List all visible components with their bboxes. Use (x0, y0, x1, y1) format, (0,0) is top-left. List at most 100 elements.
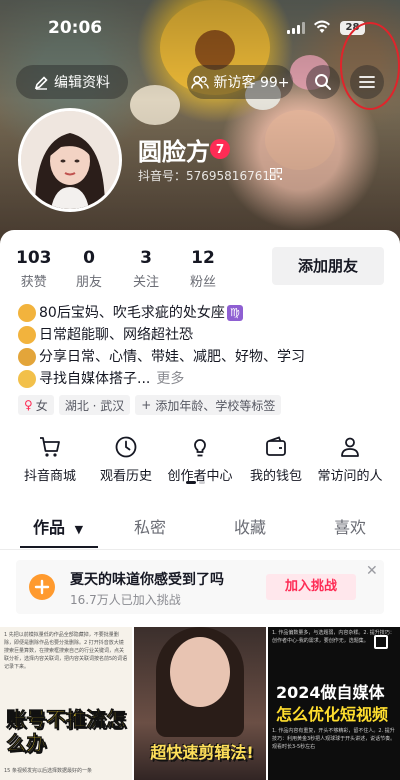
add-tag-button[interactable]: + 添加年龄、学校等标签 (135, 395, 282, 415)
shortcut-label: 我的钱包 (249, 469, 302, 484)
add-tag-label: 添加年龄、学校等标签 (155, 398, 276, 413)
teacher-emoji-icon (18, 348, 36, 366)
add-friend-button[interactable]: 添加朋友 (272, 247, 384, 285)
following-count: 3 (140, 248, 152, 268)
video-title: 怎么优化短视频 (276, 705, 389, 724)
tab-label: 作品 (32, 518, 65, 537)
challenge-subtitle: 16.7万人已加入挑战 (70, 593, 181, 607)
female-icon: ♀ (24, 398, 33, 412)
pencil-icon (34, 75, 48, 90)
video-caption-small: 1. 作品内容有重复，开头不够精彩，留不住人。2. 提升技巧：利用黄金3秒把人观… (272, 728, 396, 750)
profile-page: 20:06 28 编辑资料 新访客 99+ 圆脸方 7 抖音号：57695816… (0, 0, 400, 780)
content-tabs: 作品 ▼ 私密 收藏 喜欢 (0, 510, 400, 550)
tab-works[interactable]: 作品 ▼ (8, 514, 108, 538)
clock-icon (115, 436, 137, 458)
shortcut-label: 抖音商城 (23, 469, 76, 484)
challenge-banner[interactable]: 夏天的味道你感受到了吗 16.7万人已加入挑战 加入挑战 ✕ (16, 560, 384, 614)
bio[interactable]: 80后宝妈、吹毛求疵的处女座 ♍ 日常超能聊、网络超社恐 分享日常、心情、带娃、… (18, 302, 305, 390)
video-grid: 1 先把以前模拟量低的作品全部隐藏掉，不要批量删除，即便是删除作品也要分批删除。… (0, 627, 400, 780)
tab-likes[interactable]: 喜欢 (300, 514, 400, 538)
new-visitors-button[interactable]: 新访客 99+ (187, 65, 293, 99)
douyin-id[interactable]: 抖音号：57695816761 (138, 167, 270, 184)
following-label: 关注 (133, 275, 160, 290)
bio-line: 80后宝妈、吹毛求疵的处女座 ♍ (18, 302, 305, 324)
search-icon (315, 74, 331, 90)
stat-following[interactable]: 3 关注 (133, 248, 159, 290)
plus-badge-icon (34, 579, 50, 595)
join-challenge-button[interactable]: 加入挑战 (266, 574, 356, 600)
shortcut-label: 常访问的人 (317, 469, 383, 484)
bio-line: 分享日常、心情、带娃、减肥、好物、学习 (18, 346, 305, 368)
followers-count: 12 (191, 248, 215, 268)
cart-icon (40, 437, 60, 457)
signal-icon (287, 22, 305, 34)
challenge-title: 夏天的味道你感受到了吗 (70, 572, 224, 588)
wallet-icon (266, 436, 286, 456)
level-badge: 7 (210, 139, 230, 159)
video-title: 账号不推流怎么办 (6, 707, 127, 756)
friends-count: 0 (83, 248, 95, 268)
video-title: 2024做自媒体 (276, 683, 385, 702)
qr-code-icon[interactable] (270, 168, 282, 180)
shortcut-creator-center[interactable]: 创作者中心 (160, 435, 240, 484)
gender-tag[interactable]: ♀ 女 (18, 395, 54, 415)
likes-count: 103 (16, 248, 52, 268)
close-icon[interactable]: ✕ (366, 563, 378, 579)
bio-text: 分享日常、心情、带娃、减肥、好物、学习 (39, 349, 305, 365)
nickname: 圆脸方 (138, 138, 210, 166)
wifi-icon (314, 20, 330, 33)
bulb-icon (194, 439, 206, 457)
visitors-icon (190, 75, 209, 89)
location-tag[interactable]: 湖北 · 武汉 (58, 395, 131, 415)
video-caption-small: 15 条视频发完以后选择数据最好的一条 (4, 768, 92, 774)
search-button[interactable] (306, 65, 340, 99)
couple-emoji-icon (18, 370, 36, 388)
edit-profile-label: 编辑资料 (54, 75, 110, 91)
friends-label: 朋友 (76, 275, 103, 290)
challenge-icon (29, 574, 55, 600)
avatar[interactable] (18, 108, 122, 212)
bio-more-link[interactable]: 更多 (156, 368, 184, 390)
hamburger-menu-icon (359, 76, 375, 88)
woman-emoji-icon (18, 326, 36, 344)
new-visitors-label: 新访客 99+ (213, 75, 290, 91)
likes-label: 获赞 (20, 275, 47, 290)
bio-text: 日常超能聊、网络超社恐 (39, 327, 193, 343)
portrait-face (170, 637, 230, 707)
shortcut-label: 观看历史 (99, 469, 152, 484)
bio-text: 80后宝妈、吹毛求疵的处女座 (39, 305, 225, 321)
video-thumbnail[interactable]: 1. 作品偏数量多，与选题弱，内容杂糅。2. 提升技巧：创作者中心-我的需求，要… (268, 627, 400, 780)
woman-emoji-icon (18, 304, 36, 322)
caret-down-icon: ▼ (74, 523, 84, 536)
gender-tag-label: 女 (35, 398, 48, 413)
profile-tags: ♀ 女 湖北 · 武汉 + 添加年龄、学校等标签 (18, 395, 282, 415)
video-thumbnail[interactable]: 超快速剪辑法! (134, 627, 266, 780)
tab-favorites[interactable]: 收藏 (200, 514, 300, 538)
tab-private[interactable]: 私密 (100, 514, 200, 538)
shortcut-page-indicator (186, 481, 205, 484)
avatar-portrait (21, 111, 119, 209)
edit-profile-button[interactable]: 编辑资料 (16, 65, 128, 99)
status-time: 20:06 (48, 18, 103, 38)
battery-icon: 28 (340, 21, 365, 35)
shortcut-shop[interactable]: 抖音商城 (10, 435, 90, 484)
active-tab-indicator (20, 546, 98, 548)
stat-friends[interactable]: 0 朋友 (76, 248, 102, 290)
stat-followers[interactable]: 12 粉丝 (190, 248, 216, 290)
shortcut-frequent-visitors[interactable]: 常访问的人 (310, 435, 390, 484)
shortcut-bar: 抖音商城 观看历史 创作者中心 我的钱包 常访问的人 (0, 435, 400, 495)
person-icon (341, 437, 359, 457)
video-caption-small: 1 先把以前模拟量低的作品全部隐藏掉，不要批量删除，即便是删除作品也要分批删除。… (4, 632, 128, 670)
video-title: 超快速剪辑法! (150, 743, 254, 762)
video-thumbnail[interactable]: 1 先把以前模拟量低的作品全部隐藏掉，不要批量删除，即便是删除作品也要分批删除。… (0, 627, 132, 780)
status-bar: 20:06 28 (0, 0, 400, 44)
shortcut-wallet[interactable]: 我的钱包 (236, 435, 316, 484)
followers-label: 粉丝 (190, 275, 217, 290)
bio-line: 寻找自媒体搭子... 更多 (18, 368, 305, 390)
location-tag-label: 湖北 · 武汉 (64, 398, 125, 413)
menu-button[interactable] (350, 65, 384, 99)
stat-likes[interactable]: 103 获赞 (16, 248, 52, 290)
shortcut-history[interactable]: 观看历史 (86, 435, 166, 484)
virgo-icon: ♍ (226, 305, 243, 321)
profile-card: 103 获赞 0 朋友 3 关注 12 粉丝 添加朋友 80后宝妈、吹毛求疵的处… (0, 230, 400, 780)
